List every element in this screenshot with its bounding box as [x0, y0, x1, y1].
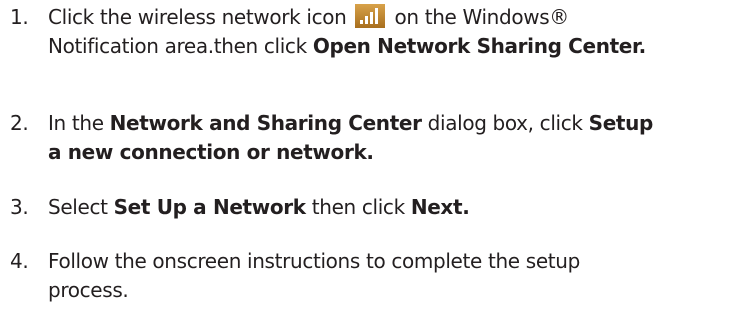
step-4-line-2: process.: [48, 278, 129, 302]
step-2-line-1: In the Network and Sharing Center dialog…: [48, 111, 653, 135]
step-2-line-2: a new connection or network.: [48, 140, 374, 164]
step-4-line-1: Follow the onscreen instructions to comp…: [48, 249, 580, 273]
step-text: In the Network and Sharing Center dialog…: [48, 109, 749, 167]
step-1-line-2: Notification area.then click Open Networ…: [48, 34, 646, 58]
step-4: 4. Follow the onscreen instructions to c…: [10, 247, 749, 305]
step-text: Click the wireless network icon on the W…: [48, 3, 749, 61]
step-number: 1.: [10, 5, 29, 29]
step-3: 3. Select Set Up a Network then click Ne…: [10, 193, 749, 222]
step-1-line-1: Click the wireless network icon on the W…: [48, 4, 569, 29]
step-number: 4.: [10, 249, 29, 273]
step-1: 1. Click the wireless network icon on th…: [10, 3, 749, 61]
step-2: 2. In the Network and Sharing Center dia…: [10, 109, 749, 167]
step-number: 2.: [10, 111, 29, 135]
step-number: 3.: [10, 195, 29, 219]
step-text: Follow the onscreen instructions to comp…: [48, 247, 749, 305]
step-text: Select Set Up a Network then click Next.: [48, 195, 470, 219]
wireless-signal-icon: [355, 4, 386, 28]
